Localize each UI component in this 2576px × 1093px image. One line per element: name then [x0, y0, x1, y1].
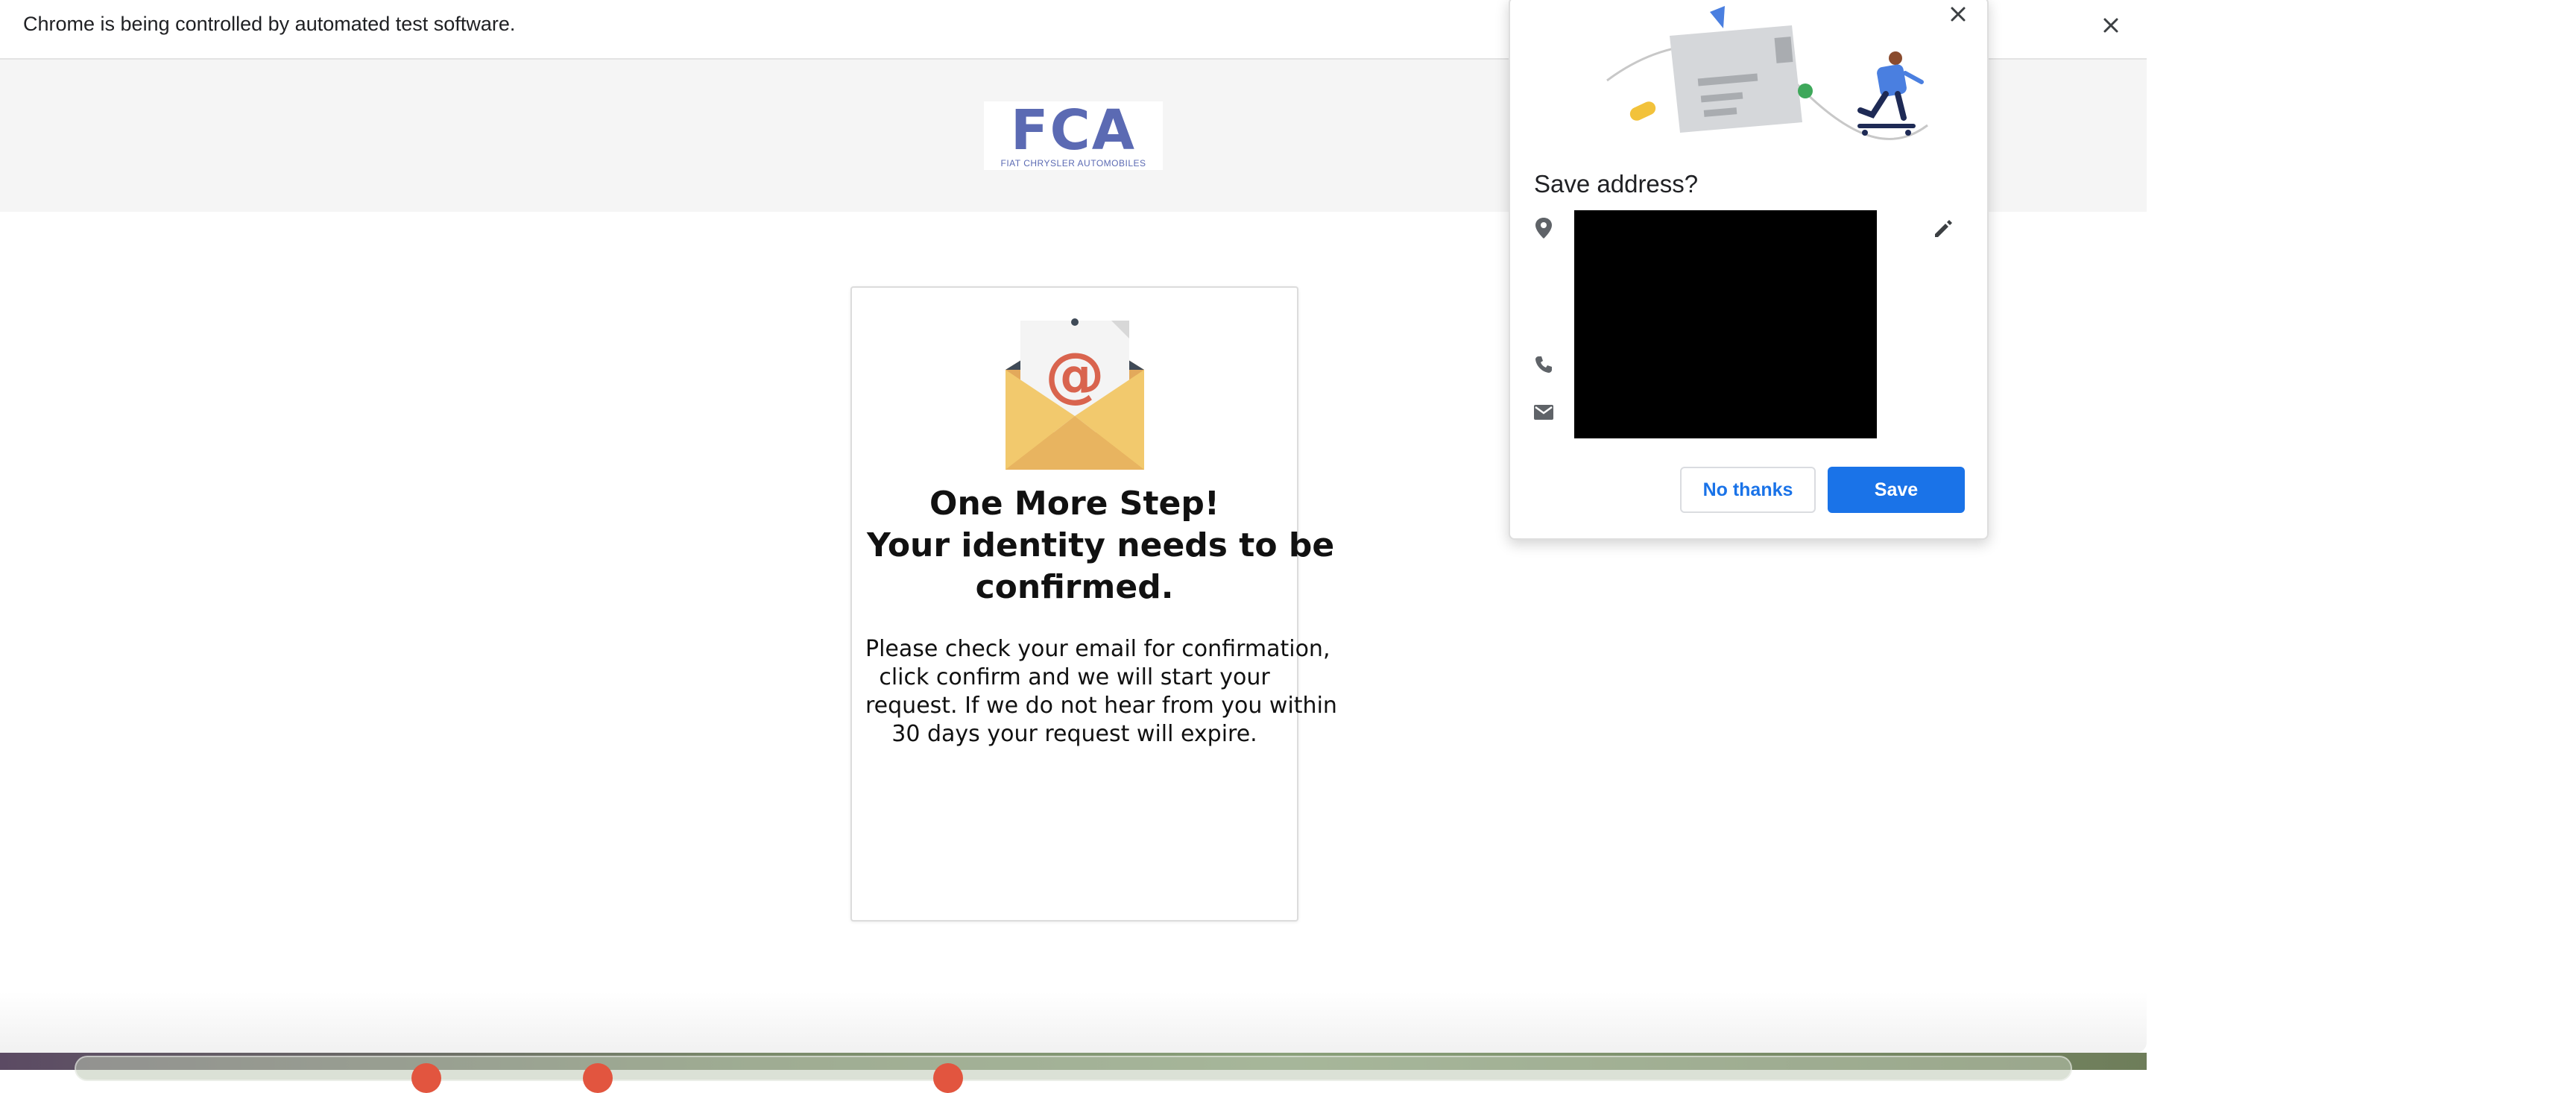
mail-icon: [1532, 403, 1555, 425]
redacted-address-details: [1574, 210, 1877, 438]
dock-app-icon[interactable]: [411, 1063, 441, 1093]
confirmation-card: @ One More Step! Your identity needs to …: [850, 286, 1337, 922]
heading-line: One More Step!: [929, 485, 1219, 523]
logo-subtext: FIAT CHRYSLER AUTOMOBILES: [1000, 158, 1146, 168]
desktop-background: [2147, 0, 2576, 1070]
body-line: request. If we do not hear from you with…: [865, 693, 1337, 719]
svg-text:@: @: [1045, 340, 1105, 409]
fca-logo[interactable]: FCA FIAT CHRYSLER AUTOMOBILES: [984, 101, 1163, 170]
body-line: 30 days your request will expire.: [891, 721, 1257, 747]
save-address-popup: Save address? No thanks Save: [1509, 0, 1989, 540]
heading-line: confirmed.: [975, 568, 1174, 606]
dock: [75, 1056, 2072, 1093]
phone-icon: [1532, 353, 1555, 379]
dock-app-icon[interactable]: [933, 1063, 963, 1093]
heading-line: Your identity needs to be: [867, 526, 1335, 564]
save-button[interactable]: Save: [1828, 467, 1965, 513]
card-body-text: Please check your email for confirmation…: [865, 635, 1337, 749]
infobar-message: Chrome is being controlled by automated …: [23, 13, 516, 35]
dock-app-icon[interactable]: [583, 1063, 613, 1093]
body-line: click confirm and we will start your: [879, 664, 1270, 690]
save-address-illustration: [1577, 0, 1935, 158]
location-pin-icon: [1532, 216, 1555, 243]
page-bottom: [0, 992, 2147, 1053]
edit-icon[interactable]: [1932, 218, 1954, 243]
email-envelope-icon: @: [995, 318, 1155, 477]
no-thanks-button[interactable]: No thanks: [1680, 467, 1816, 513]
logo-text: FCA: [1010, 98, 1137, 163]
popup-title: Save address?: [1534, 170, 1699, 198]
body-line: Please check your email for confirmation…: [865, 636, 1330, 662]
close-icon[interactable]: [1945, 1, 1971, 27]
browser-window: Chrome is being controlled by automated …: [0, 0, 2147, 1053]
card-heading: One More Step! Your identity needs to be…: [867, 483, 1335, 608]
close-icon[interactable]: [2099, 13, 2123, 37]
